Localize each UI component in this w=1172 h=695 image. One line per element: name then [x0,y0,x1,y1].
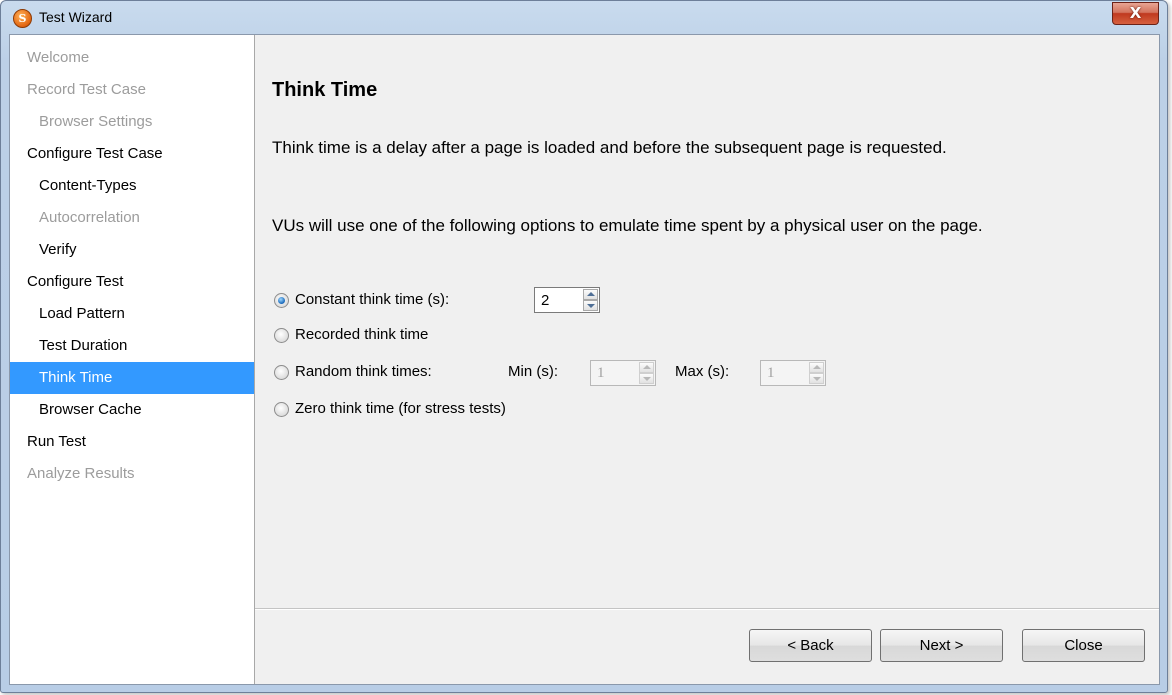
wizard-step-list: Welcome Record Test Case Browser Setting… [10,35,255,684]
window-close-button[interactable]: X [1112,2,1159,25]
random-min-spin-down-icon [639,373,654,384]
nav-item-configure-test[interactable]: Configure Test [10,266,254,298]
constant-spin-down-icon[interactable] [583,300,598,311]
footer-divider [255,608,1159,610]
constant-spin-up-icon[interactable] [583,289,598,300]
zero-think-time-radio[interactable] [274,402,289,417]
nav-item-browser-settings: Browser Settings [39,113,153,130]
wizard-page: Think Time Think time is a delay after a… [255,35,1159,684]
nav-item-think-time[interactable]: Think Time [10,362,254,394]
back-button[interactable]: < Back [749,629,872,662]
random-max-spin-up-icon [809,362,824,373]
random-min-value: 1 [597,365,605,381]
random-min-spinner: 1 [590,360,656,386]
random-max-spinner: 1 [760,360,826,386]
window-title: Test Wizard [39,9,113,25]
nav-item-analyze-results: Analyze Results [27,465,135,482]
description-paragraph-2: VUs will use one of the following option… [272,216,983,235]
page-title: Think Time [272,79,378,101]
constant-think-time-label[interactable]: Constant think time (s): [295,291,449,308]
app-logo-icon: S [13,9,32,28]
nav-item-autocorrelation: Autocorrelation [39,209,140,226]
test-wizard-window: S Test Wizard X Welcome Record Test Case… [0,0,1168,693]
option-recorded-row: Recorded think time [274,323,614,351]
close-icon: X [1129,4,1142,22]
nav-item-verify[interactable]: Verify [10,234,254,266]
constant-think-time-value[interactable]: 2 [541,292,549,309]
description-paragraph-1: Think time is a delay after a page is lo… [272,138,947,157]
recorded-think-time-label[interactable]: Recorded think time [295,326,428,343]
recorded-think-time-radio[interactable] [274,328,289,343]
next-button[interactable]: Next > [880,629,1003,662]
zero-think-time-label[interactable]: Zero think time (for stress tests) [295,400,506,417]
random-min-spin-up-icon [639,362,654,373]
nav-item-content-types[interactable]: Content-Types [10,170,254,202]
constant-think-time-spinner[interactable]: 2 [534,287,600,313]
constant-think-time-radio[interactable] [274,293,289,308]
random-max-label: Max (s): [675,363,730,380]
nav-item-record-test-case: Record Test Case [27,81,146,98]
option-random-row: Random think times: [274,360,494,388]
nav-item-test-duration[interactable]: Test Duration [10,330,254,362]
nav-item-configure-test-case[interactable]: Configure Test Case [10,138,254,170]
nav-item-load-pattern[interactable]: Load Pattern [10,298,254,330]
random-max-spin-down-icon [809,373,824,384]
random-think-times-label[interactable]: Random think times: [295,363,432,380]
random-min-label: Min (s): [508,363,558,380]
nav-item-browser-cache[interactable]: Browser Cache [10,394,254,426]
close-button[interactable]: Close [1022,629,1145,662]
wizard-client-area: Welcome Record Test Case Browser Setting… [9,34,1160,685]
nav-item-welcome: Welcome [27,49,90,66]
nav-item-run-test[interactable]: Run Test [10,426,254,458]
random-max-value: 1 [767,365,775,381]
title-bar[interactable]: S Test Wizard X [1,1,1167,34]
option-zero-row: Zero think time (for stress tests) [274,397,634,425]
random-think-times-radio[interactable] [274,365,289,380]
